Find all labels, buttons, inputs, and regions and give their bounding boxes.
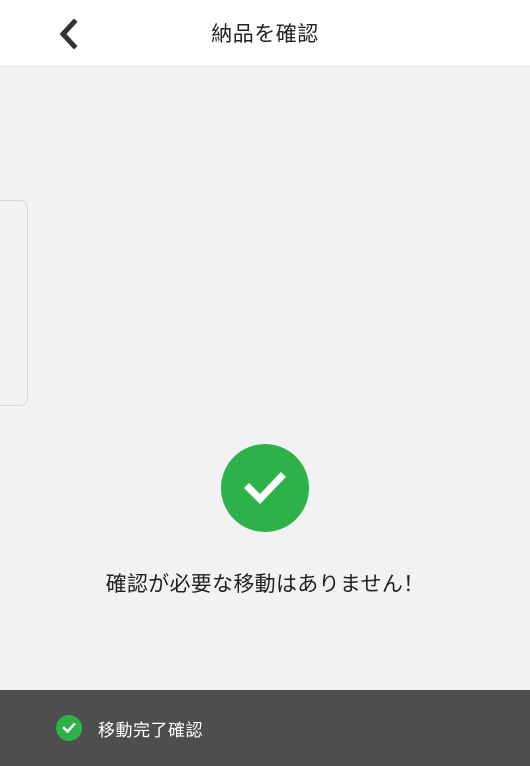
header: 納品を確認 <box>0 0 530 67</box>
move-complete-confirm-button[interactable]: 移動完了確認 <box>0 690 530 766</box>
side-panel-edge[interactable] <box>0 200 28 406</box>
bottom-bar-label: 移動完了確認 <box>98 720 203 741</box>
app-screen: 納品を確認 確認が必要な移動はありません！ 移動完了確認 <box>0 0 530 766</box>
check-circle-icon <box>56 715 82 741</box>
empty-state-message: 確認が必要な移動はありません！ <box>105 572 425 596</box>
page-title: 納品を確認 <box>211 22 319 46</box>
empty-state: 確認が必要な移動はありません！ <box>0 444 530 598</box>
check-circle-icon <box>221 444 309 532</box>
